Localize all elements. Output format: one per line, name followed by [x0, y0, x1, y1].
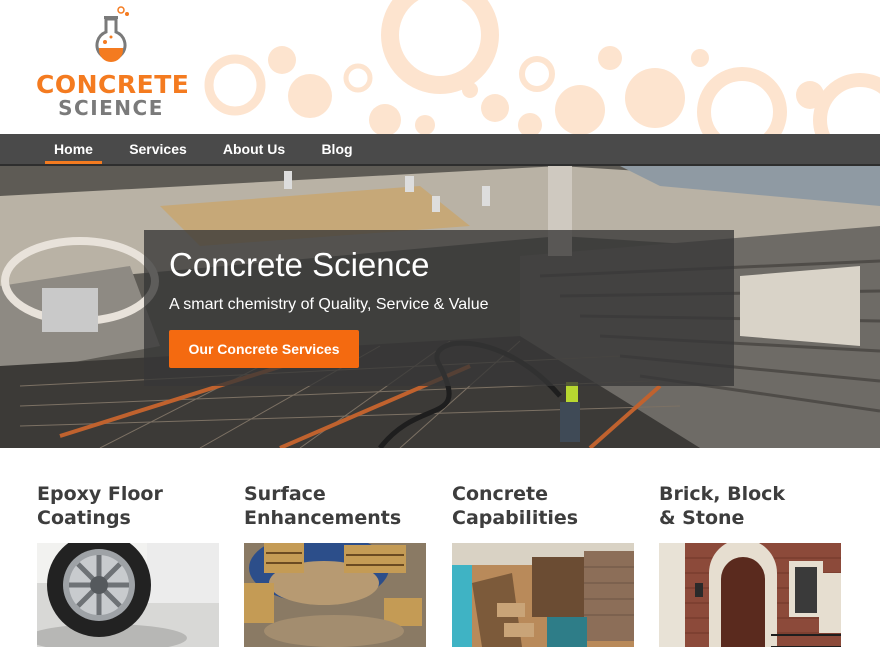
pool-water-feature-image[interactable]	[452, 543, 634, 647]
service-title-line: Enhancements	[244, 507, 402, 529]
service-title[interactable]: Epoxy Floor Coatings	[37, 482, 221, 534]
our-services-button[interactable]: Our Concrete Services	[169, 330, 359, 368]
service-card-brick[interactable]: Brick, Block & Stone	[659, 482, 843, 647]
service-title-line: Capabilities	[452, 507, 579, 529]
main-navigation: Home Services About Us Blog	[0, 134, 880, 166]
hero-banner: Concrete Science A smart chemistry of Qu…	[0, 166, 880, 448]
service-title-line: Epoxy Floor	[37, 483, 163, 505]
hero-overlay: Concrete Science A smart chemistry of Qu…	[144, 230, 734, 386]
site-logo[interactable]: CONCRETE SCIENCE	[36, 6, 190, 121]
car-wheel-epoxy-floor-image[interactable]	[37, 543, 219, 647]
service-title-line: Concrete	[452, 483, 549, 505]
service-title-line: Coatings	[37, 507, 131, 529]
logo-text-science: SCIENCE	[58, 96, 164, 120]
service-title-line: Brick, Block	[659, 483, 786, 505]
nav-item-blog[interactable]: Blog	[312, 134, 362, 164]
service-title-line: Surface	[244, 483, 326, 505]
service-title[interactable]: Concrete Capabilities	[452, 482, 636, 534]
hero-title: Concrete Science	[169, 246, 430, 283]
flask-icon	[95, 6, 129, 62]
nav-item-about-us[interactable]: About Us	[214, 134, 294, 164]
service-title[interactable]: Surface Enhancements	[244, 482, 428, 534]
brick-house-entry-image[interactable]	[659, 543, 841, 647]
nav-item-home[interactable]: Home	[45, 134, 102, 164]
site-header: CONCRETE SCIENCE	[0, 0, 880, 134]
service-title[interactable]: Brick, Block & Stone	[659, 482, 843, 534]
hero-subtitle: A smart chemistry of Quality, Service & …	[169, 296, 489, 313]
service-title-line: & Stone	[659, 507, 745, 529]
library-polished-floor-image[interactable]	[244, 543, 426, 647]
logo-text-concrete: CONCRETE	[36, 70, 190, 99]
nav-item-services[interactable]: Services	[120, 134, 196, 164]
service-card-epoxy[interactable]: Epoxy Floor Coatings	[37, 482, 221, 647]
service-card-capabilities[interactable]: Concrete Capabilities	[452, 482, 636, 647]
service-card-surface[interactable]: Surface Enhancements	[244, 482, 428, 647]
